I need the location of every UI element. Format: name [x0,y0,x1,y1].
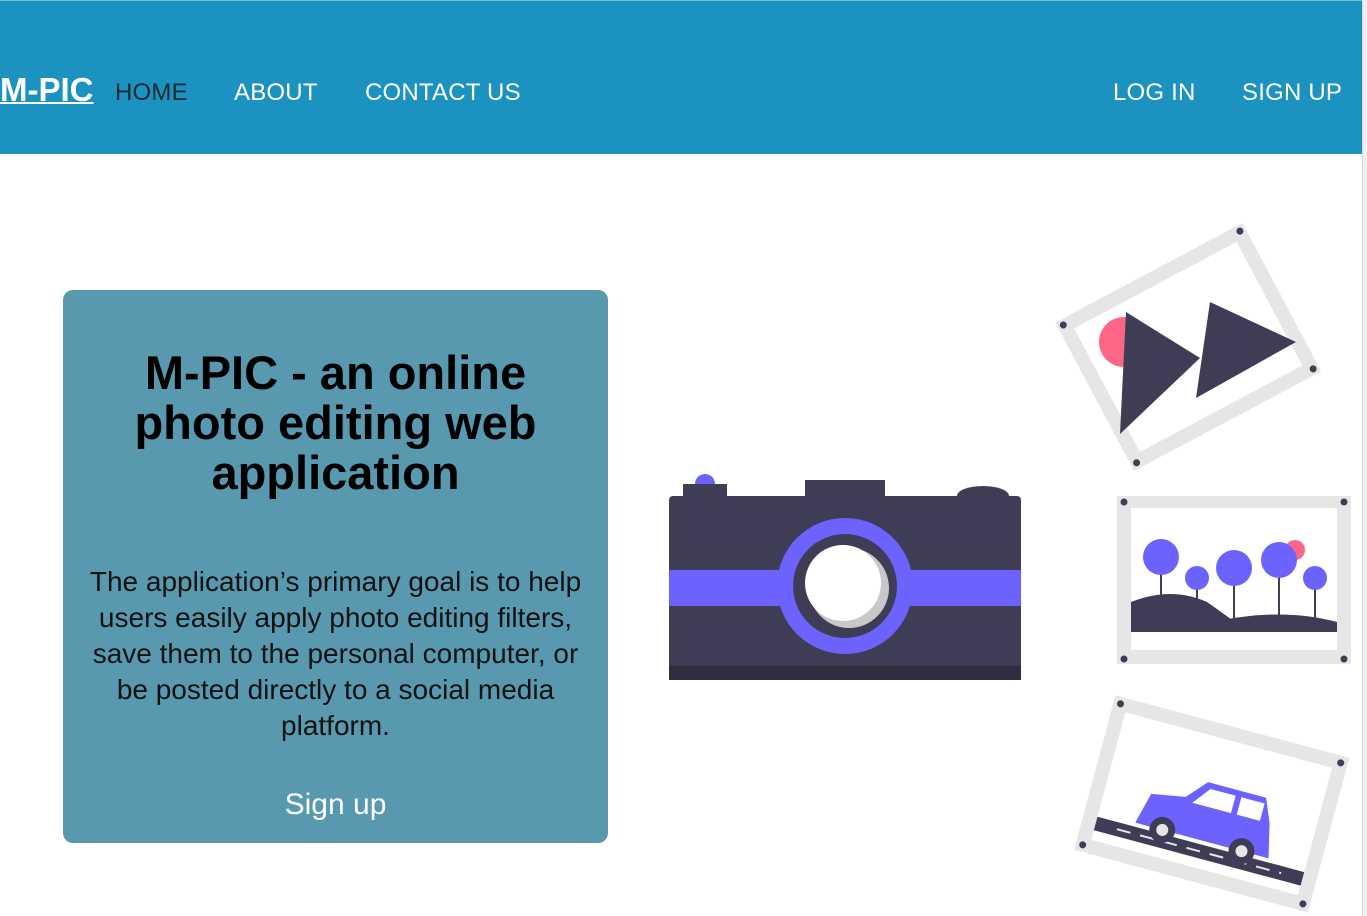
mountain-photo-illustration [1055,223,1322,471]
nav-home-link[interactable]: HOME [115,79,188,107]
hero-description: The application’s primary goal is to hel… [89,566,582,741]
hero-signup-button[interactable]: Sign up [63,788,608,822]
hero-title: M-PIC - an online photo editing web appl… [134,346,537,499]
nav-about-link[interactable]: ABOUT [234,79,318,107]
car-photo-illustration [1074,695,1350,913]
signup-link[interactable]: SIGN UP [1242,79,1342,107]
brand-logo-link[interactable]: M-PIC [0,71,94,109]
trees-photo-illustration [1117,496,1351,664]
login-link[interactable]: LOG IN [1113,79,1196,107]
camera-illustration [669,474,1021,680]
nav-contact-us-link[interactable]: CONTACT US [365,79,521,107]
hero-card: M-PIC - an online photo editing web appl… [63,290,608,843]
page-scrollbar[interactable] [1362,0,1367,916]
top-navigation-bar: M-PIC HOME ABOUT CONTACT US LOG IN SIGN … [0,0,1363,154]
